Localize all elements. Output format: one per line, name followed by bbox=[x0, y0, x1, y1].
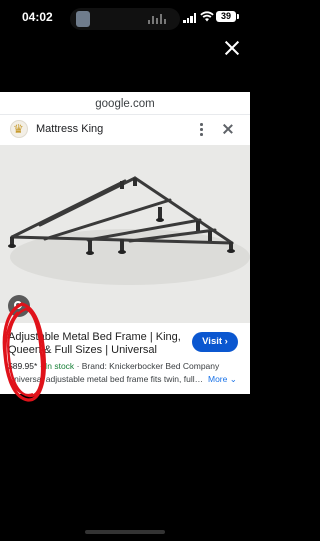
more-link-label: More bbox=[208, 374, 228, 384]
close-icon[interactable] bbox=[222, 123, 234, 135]
source-name[interactable]: Mattress King bbox=[36, 123, 103, 135]
product-title[interactable]: Adjustable Metal Bed Frame | King, Queen… bbox=[8, 331, 188, 357]
stock-status: In stock bbox=[44, 361, 75, 371]
dynamic-island[interactable] bbox=[70, 8, 180, 30]
audio-waveform-icon bbox=[148, 14, 170, 24]
battery-icon: 39 bbox=[216, 11, 239, 22]
status-time: 04:02 bbox=[22, 10, 53, 24]
home-indicator[interactable] bbox=[85, 530, 165, 534]
battery-tip bbox=[237, 14, 239, 19]
product-meta: $89.95* · In stock · Brand: Knickerbocke… bbox=[8, 361, 248, 371]
description-row: Universal adjustable metal bed frame fit… bbox=[8, 374, 248, 388]
price: $89.95* bbox=[8, 361, 38, 371]
domain-label: google.com bbox=[95, 98, 155, 110]
more-link[interactable]: More ⌄ bbox=[208, 374, 237, 385]
image-result-card: google.com Mattress King bbox=[0, 92, 250, 394]
brand: Brand: Knickerbocker Bed Company bbox=[81, 361, 220, 371]
description: Universal adjustable metal bed frame fit… bbox=[8, 374, 204, 384]
mattress-king-favicon-icon bbox=[10, 120, 28, 138]
status-bar: 04:02 39 bbox=[0, 0, 250, 40]
bed-frame-image bbox=[0, 145, 250, 323]
battery-level: 39 bbox=[220, 11, 231, 21]
result-info: Adjustable Metal Bed Frame | King, Queen… bbox=[0, 323, 250, 394]
wifi-icon bbox=[200, 11, 214, 24]
product-image[interactable] bbox=[0, 145, 250, 323]
close-icon[interactable] bbox=[222, 38, 242, 58]
now-playing-thumbnail bbox=[76, 11, 90, 27]
signal-icon bbox=[183, 13, 197, 23]
visit-button[interactable]: Visit › bbox=[192, 332, 238, 352]
visit-button-label: Visit bbox=[202, 336, 223, 347]
more-vert-icon[interactable] bbox=[196, 121, 206, 137]
lens-icon[interactable] bbox=[8, 295, 30, 317]
source-row[interactable]: Mattress King bbox=[0, 115, 250, 143]
